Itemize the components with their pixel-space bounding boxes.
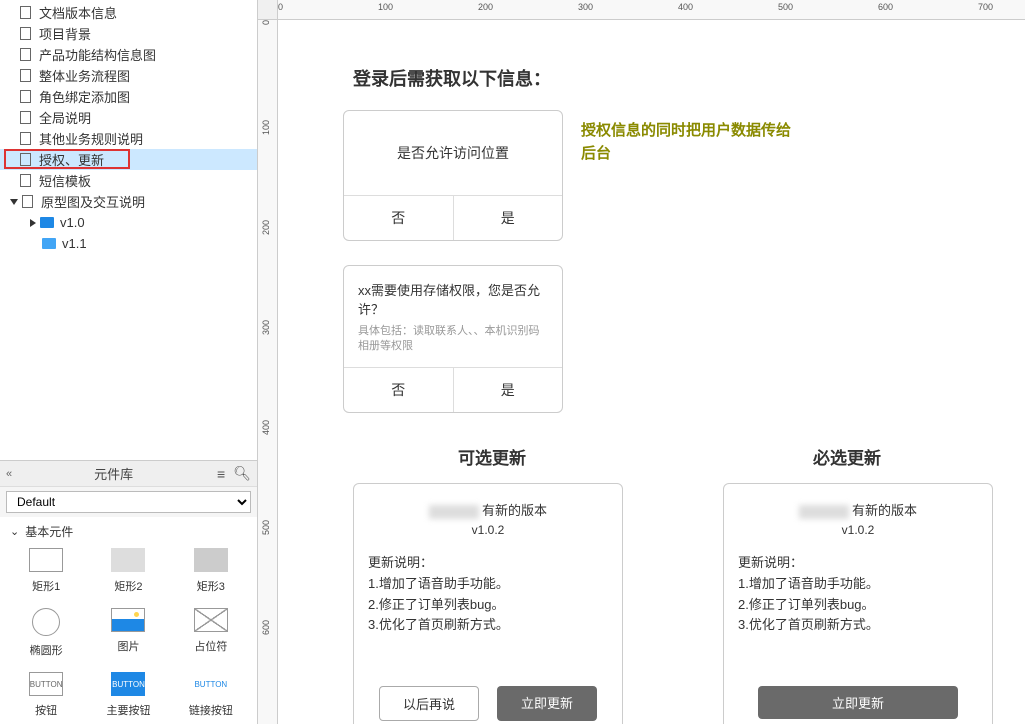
- tree-label: 短信模板: [39, 171, 91, 190]
- tree-item[interactable]: 文档版本信息: [0, 2, 257, 23]
- tree-label: 原型图及交互说明: [41, 192, 145, 211]
- dialog-no-button[interactable]: 否: [344, 368, 453, 412]
- update-now-button[interactable]: 立即更新: [497, 686, 597, 721]
- doc-icon: [20, 90, 31, 103]
- tree-subfolder[interactable]: v1.1: [0, 233, 257, 254]
- section-optional-title: 可选更新: [458, 444, 526, 469]
- search-icon[interactable]: 🔍︎: [233, 465, 251, 482]
- canvas[interactable]: 登录后需获取以下信息： 是否允许访问位置 否 是 授权信息的同时把用户数据传给后…: [278, 20, 1025, 724]
- doc-icon: [20, 132, 31, 145]
- dialog-text: 是否允许访问位置: [344, 111, 562, 195]
- dialog-no-button[interactable]: 否: [344, 196, 453, 240]
- doc-icon: [20, 69, 31, 82]
- tree-label: 角色绑定添加图: [39, 87, 130, 106]
- update-header: 有新的版本: [738, 500, 978, 519]
- tree-item[interactable]: 整体业务流程图: [0, 65, 257, 86]
- tree-subfolder[interactable]: v1.0: [0, 212, 257, 233]
- menu-icon[interactable]: ≡: [217, 466, 225, 482]
- update-notes: 更新说明： 1.增加了语音助手功能。 2.修正了订单列表bug。 3.优化了首页…: [738, 553, 978, 636]
- ruler-vertical: 0 100 200 300 400 500 600: [258, 20, 278, 724]
- folder-icon: [40, 217, 54, 228]
- update-card-optional: 有新的版本 v1.0.2 更新说明： 1.增加了语音助手功能。 2.修正了订单列…: [353, 483, 623, 724]
- tree-label: v1.1: [62, 236, 87, 251]
- tree-label: 其他业务规则说明: [39, 129, 143, 148]
- tree-label: v1.0: [60, 215, 85, 230]
- folder-icon: [42, 238, 56, 249]
- dialog-subtext: 具体包括：读取联系人、、本机识别码相册等权限: [358, 324, 548, 355]
- library-section: 基本元件 矩形1 矩形2 矩形3 椭圆形 图片 占位符 BUTTON按钮 BUT…: [0, 517, 257, 724]
- tree-label: 文档版本信息: [39, 3, 117, 22]
- shape-ellipse[interactable]: 椭圆形: [10, 608, 82, 658]
- tree-item[interactable]: 短信模板: [0, 170, 257, 191]
- tree-label: 项目背景: [39, 24, 91, 43]
- doc-icon: [20, 174, 31, 187]
- canvas-area: 0 100 200 300 400 500 600 700 0 100 200 …: [258, 0, 1025, 724]
- shape-button[interactable]: BUTTON按钮: [10, 672, 82, 718]
- update-notes: 更新说明： 1.增加了语音助手功能。 2.修正了订单列表bug。 3.优化了首页…: [368, 553, 608, 636]
- update-header: 有新的版本: [368, 500, 608, 519]
- chevron-right-icon: [30, 219, 36, 227]
- shape-placeholder[interactable]: 占位符: [175, 608, 247, 658]
- doc-icon: [22, 195, 33, 208]
- tree-item[interactable]: 产品功能结构信息图: [0, 44, 257, 65]
- sidebar: 文档版本信息 项目背景 产品功能结构信息图 整体业务流程图 角色绑定添加图 全局…: [0, 0, 258, 724]
- library-select[interactable]: Default: [6, 491, 251, 513]
- shape-rect1[interactable]: 矩形1: [10, 548, 82, 594]
- chevron-down-icon: [10, 199, 18, 205]
- tree-label: 授权、更新: [39, 150, 104, 169]
- tree-item-selected[interactable]: 授权、更新: [0, 149, 257, 170]
- library-panel: « 元件库 ≡ 🔍︎ Default 基本元件 矩形1 矩形2 矩形3 椭圆形 …: [0, 460, 257, 724]
- later-button[interactable]: 以后再说: [379, 686, 479, 721]
- page-tree: 文档版本信息 项目背景 产品功能结构信息图 整体业务流程图 角色绑定添加图 全局…: [0, 0, 257, 254]
- dialog-yes-button[interactable]: 是: [453, 196, 563, 240]
- tree-item[interactable]: 其他业务规则说明: [0, 128, 257, 149]
- doc-icon: [20, 27, 31, 40]
- update-version: v1.0.2: [368, 523, 608, 537]
- dialog-yes-button[interactable]: 是: [453, 368, 563, 412]
- doc-icon: [20, 48, 31, 61]
- tree-label: 整体业务流程图: [39, 66, 130, 85]
- annotation-text: 授权信息的同时把用户数据传给后台: [581, 120, 801, 165]
- shape-rect2[interactable]: 矩形2: [92, 548, 164, 594]
- tree-label: 全局说明: [39, 108, 91, 127]
- library-header: « 元件库 ≡ 🔍︎: [0, 461, 257, 487]
- dialog-question: xx需要使用存储权限，您是否允许？: [358, 280, 548, 318]
- page-title: 登录后需获取以下信息：: [353, 65, 551, 91]
- shape-primary-button[interactable]: BUTTON主要按钮: [92, 672, 164, 718]
- doc-icon: [20, 111, 31, 124]
- dialog-location: 是否允许访问位置 否 是: [343, 110, 563, 241]
- section-required-title: 必选更新: [813, 444, 881, 469]
- ruler-corner: [258, 0, 278, 20]
- shape-link-button[interactable]: BUTTON链接按钮: [175, 672, 247, 718]
- update-version: v1.0.2: [738, 523, 978, 537]
- tree-label: 产品功能结构信息图: [39, 45, 156, 64]
- ruler-horizontal: 0 100 200 300 400 500 600 700: [278, 0, 1025, 20]
- tree-item[interactable]: 项目背景: [0, 23, 257, 44]
- collapse-icon[interactable]: «: [6, 468, 12, 480]
- doc-icon: [20, 6, 31, 19]
- tree-item[interactable]: 全局说明: [0, 107, 257, 128]
- section-header[interactable]: 基本元件: [10, 523, 247, 540]
- update-now-button[interactable]: 立即更新: [758, 686, 958, 719]
- update-card-required: 有新的版本 v1.0.2 更新说明： 1.增加了语音助手功能。 2.修正了订单列…: [723, 483, 993, 724]
- shape-rect3[interactable]: 矩形3: [175, 548, 247, 594]
- doc-icon: [20, 153, 31, 166]
- shape-image[interactable]: 图片: [92, 608, 164, 658]
- tree-item[interactable]: 角色绑定添加图: [0, 86, 257, 107]
- tree-folder[interactable]: 原型图及交互说明: [0, 191, 257, 212]
- library-title: 元件库: [18, 464, 209, 483]
- dialog-storage: xx需要使用存储权限，您是否允许？ 具体包括：读取联系人、、本机识别码相册等权限…: [343, 265, 563, 413]
